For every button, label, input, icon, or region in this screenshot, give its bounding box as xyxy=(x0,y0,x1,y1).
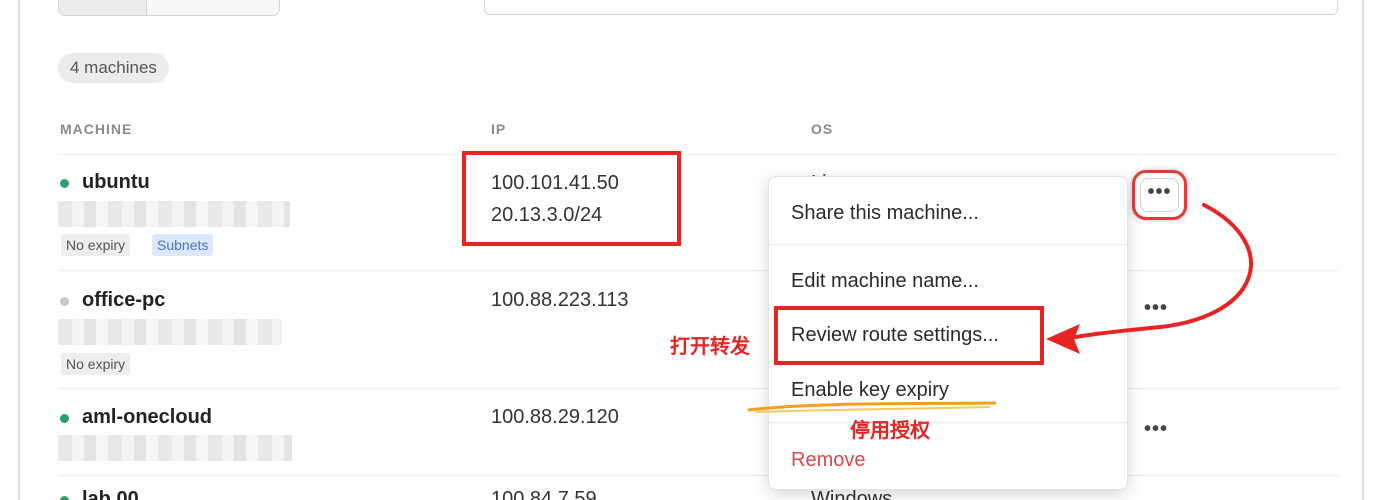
machine-name[interactable]: lab 00 xyxy=(82,488,139,500)
view-toggle xyxy=(58,0,280,16)
row-divider xyxy=(58,270,1338,271)
annotation-disable-auth: 停用授权 xyxy=(850,420,930,442)
machine-name[interactable]: aml-onecloud xyxy=(82,406,212,429)
row-divider xyxy=(58,388,1338,389)
menu-item-remove[interactable]: Remove xyxy=(791,449,865,472)
machine-name[interactable]: ubuntu xyxy=(82,171,150,194)
machine-name[interactable]: office-pc xyxy=(82,289,165,312)
tag-no-expiry: No expiry xyxy=(61,353,131,375)
route-settings-highlight-box xyxy=(774,306,1044,365)
blurred-machine-info xyxy=(58,435,292,461)
column-header-ip[interactable]: IP xyxy=(491,121,506,137)
status-online-dot xyxy=(60,496,69,500)
status-online-dot xyxy=(60,179,69,188)
machines-page: 4 machines MACHINE IP OS ubuntu No expir… xyxy=(0,0,1378,500)
more-actions-button-highlighted[interactable]: ••• xyxy=(1132,170,1187,220)
column-header-os[interactable]: OS xyxy=(811,121,833,137)
menu-item-enable-key-expiry[interactable]: Enable key expiry xyxy=(791,379,949,402)
status-online-dot xyxy=(60,414,69,423)
menu-item-edit-machine-name[interactable]: Edit machine name... xyxy=(791,270,979,293)
panel-border-right xyxy=(1362,0,1364,500)
menu-divider xyxy=(769,422,1127,423)
status-offline-dot xyxy=(60,297,69,306)
annotation-enable-forwarding: 打开转发 xyxy=(670,336,750,358)
more-actions-icon[interactable]: ••• xyxy=(1140,178,1179,212)
column-header-machine[interactable]: MACHINE xyxy=(60,121,132,137)
header-divider xyxy=(58,154,1338,155)
more-actions-button[interactable]: ••• xyxy=(1144,297,1168,320)
tag-no-expiry: No expiry xyxy=(61,234,131,256)
blurred-machine-info xyxy=(58,319,282,345)
machine-count-badge: 4 machines xyxy=(58,53,169,83)
panel-border-left xyxy=(18,0,20,500)
blurred-machine-info xyxy=(58,201,290,227)
menu-divider xyxy=(769,244,1127,245)
search-input[interactable] xyxy=(484,0,1338,15)
more-actions-button[interactable]: ••• xyxy=(1144,418,1168,441)
machine-ip: 100.88.223.113 xyxy=(491,289,629,311)
machine-ip: 100.84.7.59 xyxy=(491,488,597,500)
ip-highlight-box xyxy=(462,151,681,246)
row-divider xyxy=(58,475,1338,476)
view-tab-first[interactable] xyxy=(59,0,147,15)
view-tab-second[interactable] xyxy=(147,0,279,15)
menu-item-share-machine[interactable]: Share this machine... xyxy=(791,202,979,225)
machine-ip: 100.88.29.120 xyxy=(491,406,619,428)
tag-subnets: Subnets xyxy=(152,234,214,256)
